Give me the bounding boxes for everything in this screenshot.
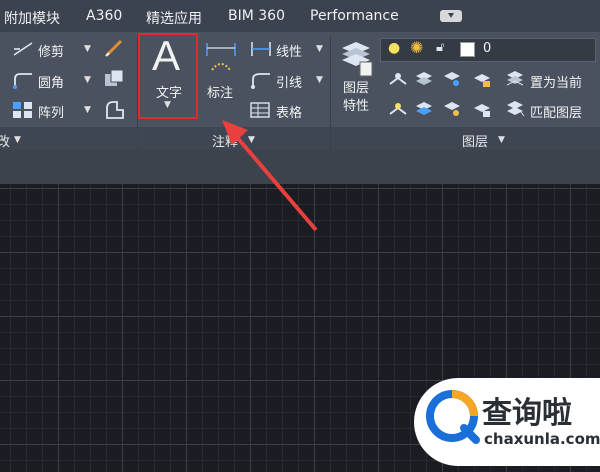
watermark-logo-icon [424, 388, 482, 450]
watermark-name: 查询啦 [482, 396, 572, 431]
watermark-url: chaxunla.com [484, 430, 600, 448]
